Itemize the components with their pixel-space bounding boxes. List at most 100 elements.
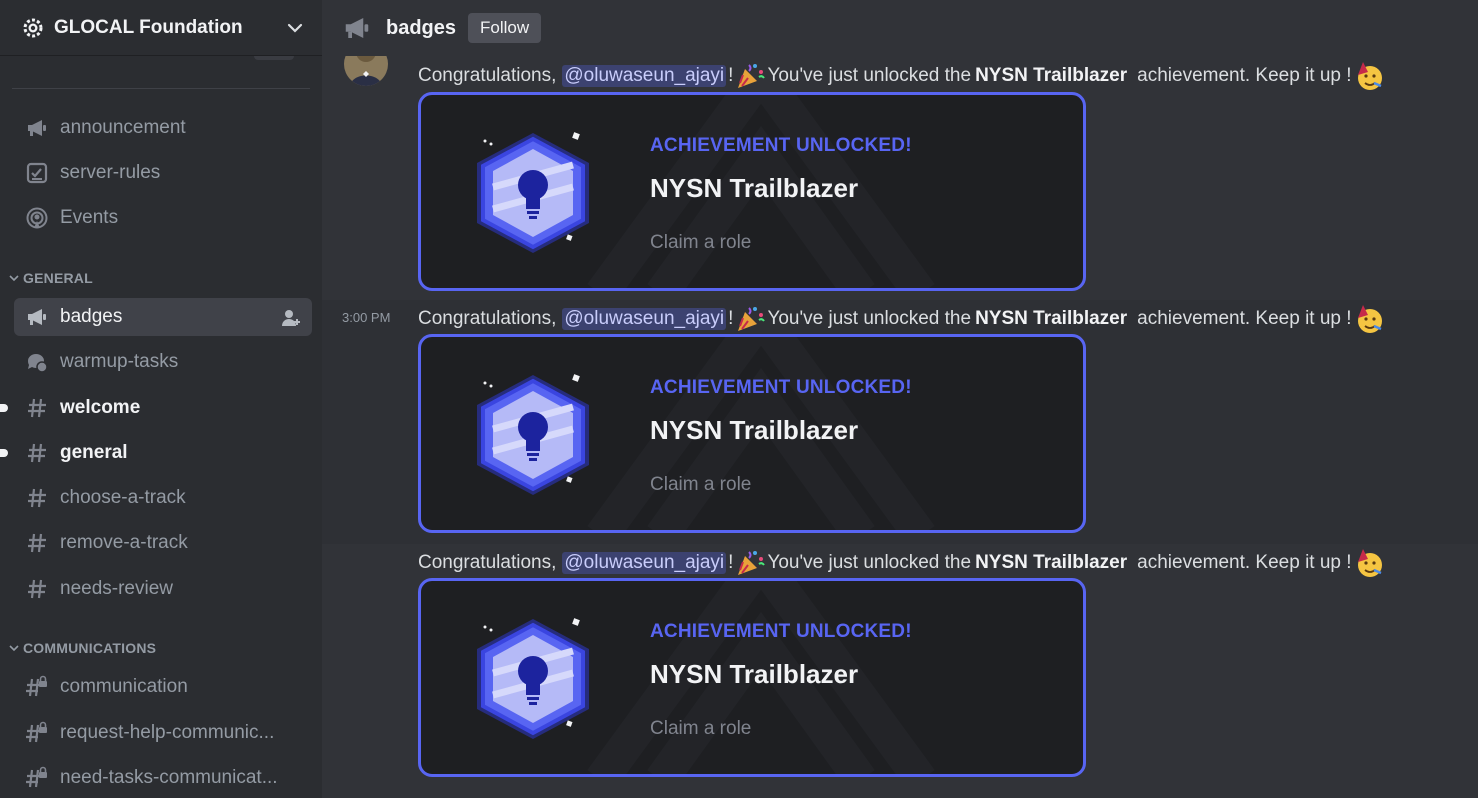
- locked-hash-icon: [24, 765, 50, 791]
- hash-icon: [24, 530, 50, 556]
- follow-button[interactable]: Follow: [468, 13, 542, 43]
- message-text-part: achievement. Keep it up !: [1137, 308, 1352, 329]
- category-general[interactable]: GENERAL: [8, 268, 93, 288]
- user-mention[interactable]: @oluwaseun_ajayi: [562, 65, 727, 87]
- forum-icon: [24, 349, 50, 375]
- message-text: Congratulations, @oluwaseun_ajayi ! You'…: [418, 61, 1386, 91]
- channel-label: remove-a-track: [60, 532, 188, 553]
- channel-label: announcement: [60, 117, 186, 138]
- channel-need-tasks-communication[interactable]: need-tasks-communicat...: [14, 759, 312, 797]
- channel-label: Events: [60, 207, 119, 228]
- message-text-part: You've just unlocked the: [767, 65, 972, 86]
- message[interactable]: Congratulations, @oluwaseun_ajayi ! You'…: [322, 42, 1478, 300]
- achievement-card[interactable]: ACHIEVEMENT UNLOCKED! NYSN Trailblazer C…: [418, 578, 1086, 777]
- chevron-down-icon: [9, 275, 19, 282]
- channel-choose-a-track[interactable]: choose-a-track: [14, 479, 312, 517]
- server-name: GLOCAL Foundation: [54, 16, 243, 38]
- achievement-heading: ACHIEVEMENT UNLOCKED!: [650, 377, 912, 398]
- message-text-part: !: [728, 308, 734, 329]
- category-communications[interactable]: COMMUNICATIONS: [8, 638, 156, 658]
- partying-face-icon: [1354, 548, 1384, 578]
- locked-hash-icon: [24, 674, 50, 700]
- megaphone-icon: [24, 304, 50, 330]
- message-text-part: Congratulations,: [418, 65, 557, 86]
- party-popper-icon: [735, 548, 766, 578]
- user-mention[interactable]: @oluwaseun_ajayi: [562, 552, 727, 574]
- chevron-down-icon[interactable]: [286, 19, 304, 37]
- channel-badges[interactable]: badges: [14, 298, 312, 336]
- user-mention[interactable]: @oluwaseun_ajayi: [562, 308, 727, 330]
- channel-remove-a-track[interactable]: remove-a-track: [14, 524, 312, 562]
- claim-role-link[interactable]: Claim a role: [650, 232, 751, 254]
- category-label: GENERAL: [23, 270, 93, 286]
- message-text-part: Congratulations,: [418, 552, 557, 573]
- channel-label: need-tasks-communicat...: [60, 767, 278, 788]
- achievement-title: NYSN Trailblazer: [650, 173, 859, 203]
- achievement-heading: ACHIEVEMENT UNLOCKED!: [650, 621, 912, 642]
- party-popper-icon: [735, 61, 766, 91]
- channel-label: server-rules: [60, 162, 161, 183]
- broadcast-icon: [24, 205, 50, 231]
- badge-name: NYSN Trailblazer: [975, 308, 1128, 329]
- channel-label: general: [60, 442, 128, 463]
- megaphone-icon: [24, 115, 50, 141]
- channel-label: choose-a-track: [60, 487, 186, 508]
- channel-sidebar: GLOCAL Foundation announcement server-ru…: [0, 0, 322, 798]
- channel-label: warmup-tasks: [60, 351, 179, 372]
- divider: [12, 88, 310, 89]
- channel-server-rules[interactable]: server-rules: [14, 154, 312, 192]
- channel-events[interactable]: Events: [14, 199, 312, 237]
- channel-general[interactable]: general: [0, 434, 312, 472]
- channel-header: badges Follow: [322, 0, 1478, 56]
- channel-label: needs-review: [60, 578, 173, 599]
- party-popper-icon: [735, 304, 766, 334]
- message-text-part: !: [728, 552, 734, 573]
- chat-area: badges Follow Congratulations, @oluwaseu…: [322, 0, 1478, 798]
- partying-face-icon: [1354, 304, 1384, 334]
- chevron-down-icon: [9, 645, 19, 652]
- achievement-title: NYSN Trailblazer: [650, 659, 859, 689]
- server-header[interactable]: GLOCAL Foundation: [0, 0, 322, 56]
- channel-welcome[interactable]: welcome: [0, 389, 312, 427]
- hash-icon: [24, 440, 50, 466]
- hash-icon: [24, 576, 50, 602]
- message-text-part: You've just unlocked the: [767, 308, 972, 329]
- channel-label: welcome: [60, 397, 141, 418]
- claim-role-link[interactable]: Claim a role: [650, 474, 751, 496]
- message-text-part: Congratulations,: [418, 308, 557, 329]
- claim-role-link[interactable]: Claim a role: [650, 718, 751, 740]
- achievement-title: NYSN Trailblazer: [650, 415, 859, 445]
- checklist-icon: [24, 160, 50, 186]
- add-member-icon[interactable]: [280, 307, 302, 329]
- message-text-part: !: [728, 65, 734, 86]
- message[interactable]: Congratulations, @oluwaseun_ajayi ! You'…: [322, 544, 1478, 798]
- message-text-part: You've just unlocked the: [767, 552, 972, 573]
- message-timestamp: 3:00 PM: [342, 310, 391, 325]
- lightbulb-badge-icon: [477, 618, 589, 739]
- megaphone-icon: [342, 13, 372, 43]
- locked-hash-icon: [24, 720, 50, 746]
- channel-needs-review[interactable]: needs-review: [14, 570, 312, 608]
- partying-face-icon: [1354, 61, 1384, 91]
- unread-indicator: [0, 449, 8, 457]
- channel-communication[interactable]: communication: [14, 668, 312, 706]
- channel-label: communication: [60, 676, 188, 697]
- hash-icon: [24, 485, 50, 511]
- channel-request-help-communication[interactable]: request-help-communic...: [14, 714, 312, 752]
- channel-warmup-tasks[interactable]: warmup-tasks: [14, 343, 312, 381]
- channel-announcement[interactable]: announcement: [14, 109, 312, 147]
- server-gear-icon: [22, 17, 44, 39]
- category-label: COMMUNICATIONS: [23, 640, 157, 656]
- message[interactable]: 3:00 PM Congratulations, @oluwaseun_ajay…: [322, 300, 1478, 544]
- badge-name: NYSN Trailblazer: [975, 65, 1128, 86]
- hash-icon: [24, 395, 50, 421]
- lightbulb-badge-icon: [477, 132, 589, 253]
- achievement-card[interactable]: ACHIEVEMENT UNLOCKED! NYSN Trailblazer C…: [418, 92, 1086, 291]
- channel-title: badges: [386, 16, 457, 39]
- message-text-part: achievement. Keep it up !: [1137, 552, 1352, 573]
- achievement-card[interactable]: ACHIEVEMENT UNLOCKED! NYSN Trailblazer C…: [418, 334, 1086, 533]
- channel-label: badges: [60, 306, 123, 327]
- message-text: Congratulations, @oluwaseun_ajayi ! You'…: [418, 304, 1386, 334]
- message-text: Congratulations, @oluwaseun_ajayi ! You'…: [418, 548, 1386, 578]
- badge-name: NYSN Trailblazer: [975, 552, 1128, 573]
